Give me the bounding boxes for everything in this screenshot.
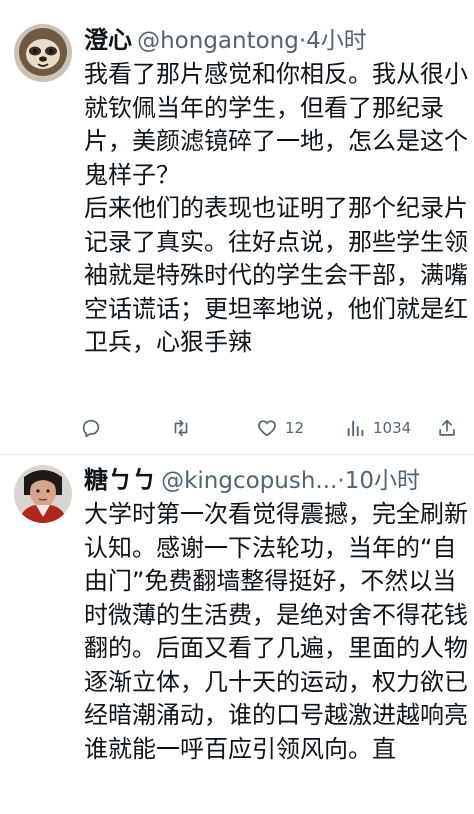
avatar-sloth-image [14,24,72,82]
view-count: 1034 [373,419,412,437]
views-icon [347,420,364,437]
timestamp[interactable]: 4小时 [306,28,367,54]
timestamp[interactable]: 10小时 [345,468,420,494]
tweet-header: 澄心 @hongantong·4小时 [84,20,367,54]
tweet-text: 大学时第一次看觉得震撼，完全刷新认知。感谢一下法轮功，当年的“自由门”免费翻墙整… [84,500,468,763]
retweet-icon [174,419,188,437]
display-name[interactable]: 澄心 [84,26,132,54]
display-name[interactable]: 糖ㄅㄅ [84,466,156,494]
share-button[interactable] [436,408,458,448]
like-button[interactable]: 12 [256,408,304,448]
tweet-text: 我看了那片感觉和你相反。我从很小就钦佩当年的学生，但看了那纪录片，美颜滤镜碎了一… [84,60,468,356]
avatar-portrait-image [14,465,72,523]
views-button[interactable]: 1034 [344,408,411,448]
reply-icon [82,419,100,438]
reply-button[interactable] [80,408,102,448]
avatar[interactable] [14,465,72,523]
heart-icon [258,420,276,437]
action-bar: 12 1034 [80,408,470,448]
share-icon [439,419,455,436]
tweet-1[interactable]: 澄心 @hongantong·4小时 我看了那片感觉和你相反。我从很小就钦佩当年… [0,6,474,454]
user-handle[interactable]: @kingcopush... [161,468,337,494]
tweet-header: 糖ㄅㄅ @kingcopush...·10小时 [84,460,420,494]
avatar[interactable] [14,24,72,82]
retweet-button[interactable] [170,408,192,448]
separator-dot: · [337,468,345,494]
tweet-2[interactable]: 糖ㄅㄅ @kingcopush...·10小时 大学时第一次看觉得震撼，完全刷新… [0,455,474,814]
user-handle[interactable]: @hongantong [137,28,299,54]
like-count: 12 [285,419,305,437]
